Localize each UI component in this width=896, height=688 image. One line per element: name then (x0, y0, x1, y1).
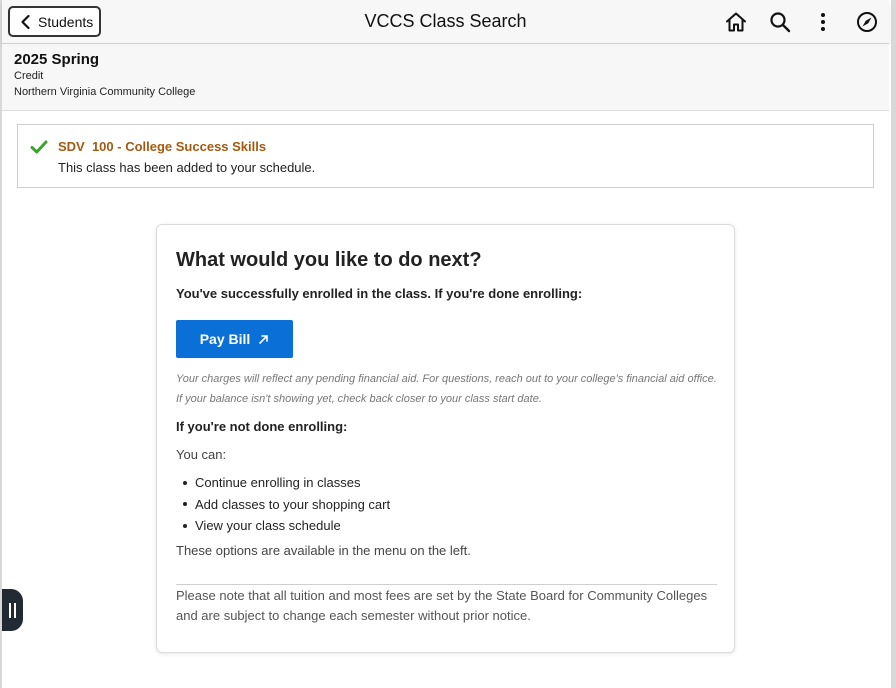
financial-aid-note: Your charges will reflect any pending fi… (176, 373, 717, 405)
success-text: This class has been added to your schedu… (58, 160, 316, 175)
bullet (183, 480, 187, 485)
window-frame-right (891, 0, 896, 688)
you-can-text: You can: (176, 447, 227, 462)
chevron-left-icon (21, 14, 30, 29)
list-item: View your class schedule (176, 515, 390, 537)
next-steps-card: What would you like to do next? You've s… (156, 224, 735, 653)
enrolled-text: You've successfully enrolled in the clas… (176, 286, 583, 301)
not-done-heading: If you're not done enrolling: (176, 419, 348, 434)
term-career: Credit (14, 70, 44, 82)
pay-bill-button[interactable]: Pay Bill (176, 320, 293, 358)
divider (176, 584, 717, 585)
page-title: VCCS Class Search (364, 11, 527, 31)
tuition-disclaimer: Please note that all tuition and most fe… (176, 588, 708, 623)
pay-bill-label: Pay Bill (199, 331, 251, 347)
home-icon[interactable] (724, 10, 748, 34)
list-item: Add classes to your shopping cart (176, 494, 390, 516)
more-options-icon[interactable] (811, 10, 835, 34)
class-title: SDV 100 - College Success Skills (58, 139, 267, 154)
option-label: View your class schedule (195, 518, 341, 534)
option-label: Continue enrolling in classes (195, 475, 361, 491)
next-steps-title: What would you like to do next? (176, 249, 482, 271)
success-check-icon (30, 140, 48, 154)
search-icon[interactable] (768, 10, 792, 34)
bullet (183, 502, 187, 507)
term-info: 2025 Spring Credit Northern Virginia Com… (2, 44, 889, 111)
handle-bar (14, 602, 16, 618)
bullet (183, 523, 187, 528)
handle-bar (9, 602, 11, 618)
option-label: Add classes to your shopping cart (195, 496, 391, 512)
app-header: Students VCCS Class Search (2, 0, 889, 44)
back-button[interactable]: Students (8, 6, 101, 37)
back-button-label: Students (38, 13, 94, 30)
side-panel-toggle[interactable] (2, 589, 23, 631)
list-item: Continue enrolling in classes (176, 472, 390, 494)
success-message: SDV 100 - College Success Skills This cl… (17, 124, 874, 188)
external-link-icon (259, 334, 269, 344)
options-list: Continue enrolling in classes Add classe… (176, 472, 390, 537)
term-name: 2025 Spring (14, 51, 100, 68)
term-institution: Northern Virginia Community College (14, 86, 196, 98)
navbar-compass-icon[interactable] (855, 10, 879, 34)
menu-note: These options are available in the menu … (176, 543, 471, 558)
